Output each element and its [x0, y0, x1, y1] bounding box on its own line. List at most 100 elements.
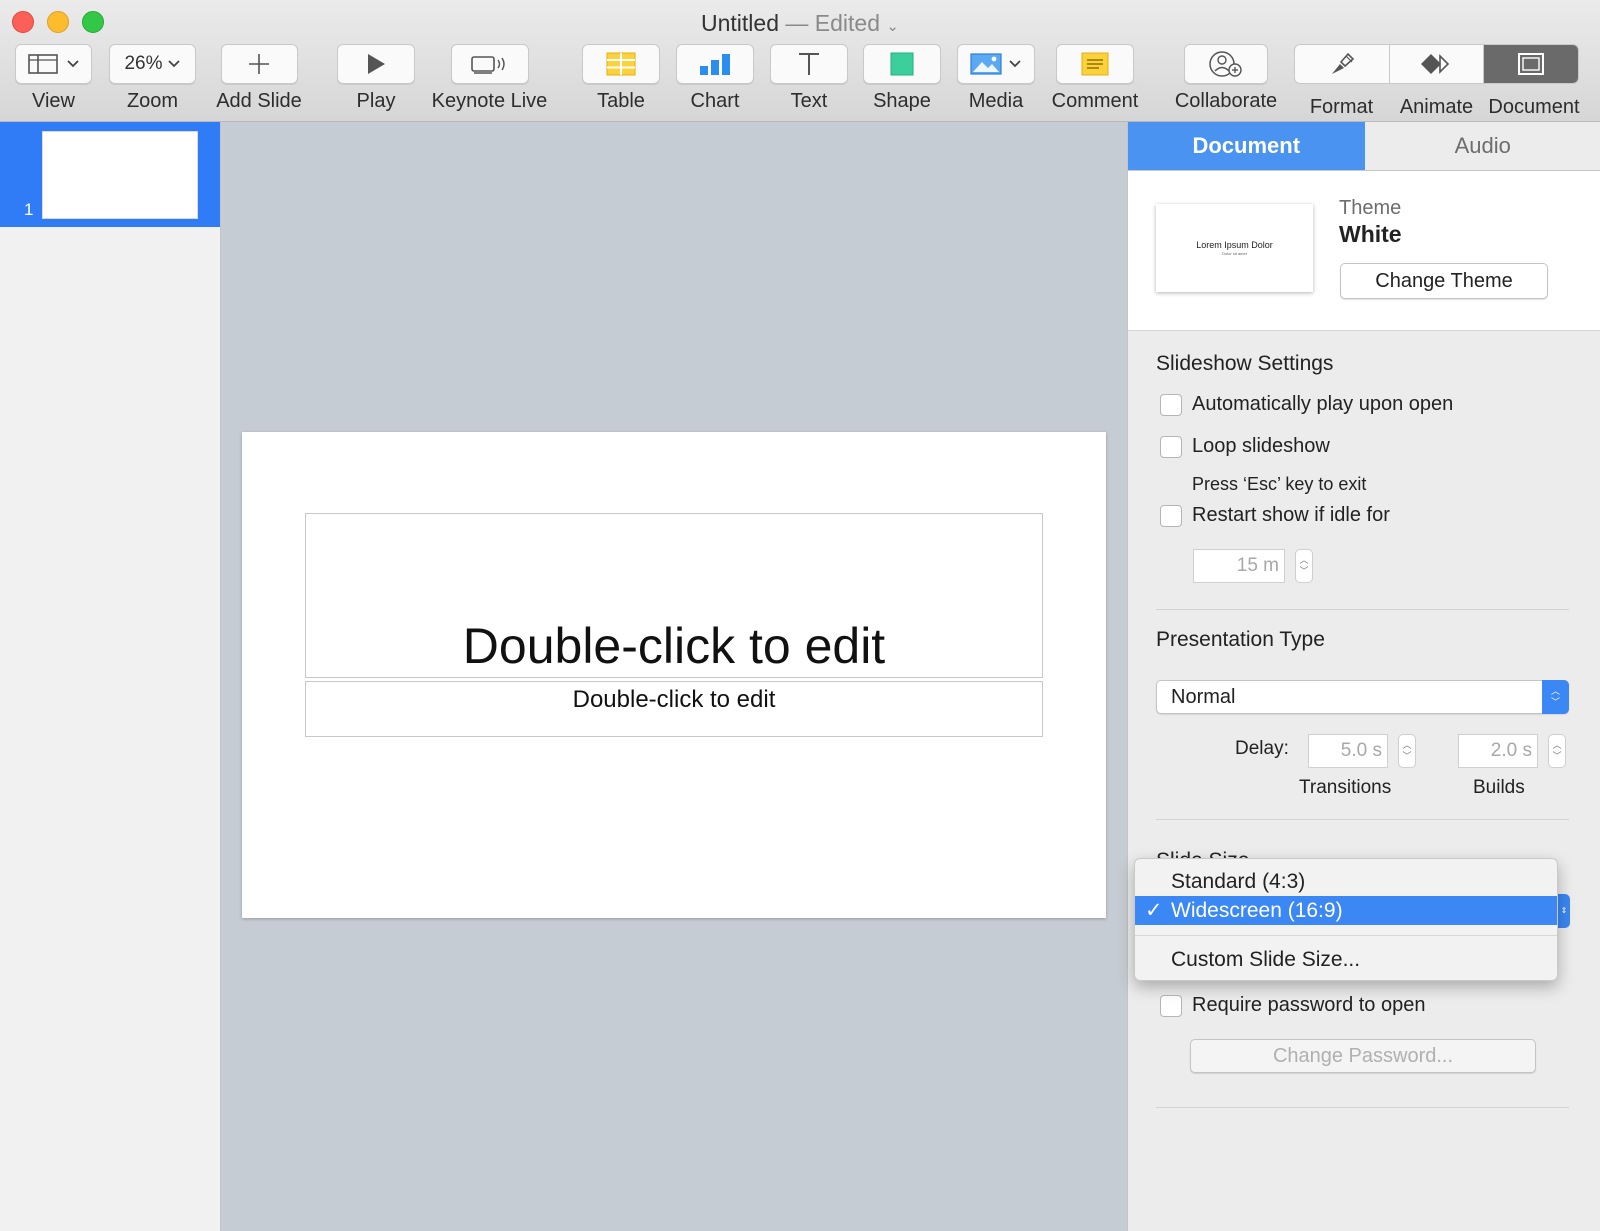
chevron-down-icon [167, 60, 180, 68]
transitions-delay-stepper[interactable]: ︿ ﹀ [1398, 734, 1416, 768]
loop-row[interactable]: Loop slideshow [1160, 435, 1330, 458]
theme-section: Lorem Ipsum Dolor Dolor sit amet Theme W… [1128, 171, 1600, 331]
shape-label: Shape [873, 90, 931, 112]
stepper-up-icon: ︿ [1552, 740, 1562, 750]
slide-navigator[interactable]: 1 [0, 122, 221, 1231]
require-password-checkbox[interactable] [1160, 994, 1182, 1017]
builds-delay-stepper[interactable]: ︿ ﹀ [1548, 734, 1566, 768]
shape-button[interactable] [863, 44, 941, 84]
auto-play-row[interactable]: Automatically play upon open [1160, 393, 1453, 416]
theme-thumbnail: Lorem Ipsum Dolor Dolor sit amet [1156, 204, 1313, 292]
slide-number: 1 [24, 200, 34, 219]
document-inspector-icon [1518, 53, 1545, 75]
section-divider [1156, 609, 1569, 610]
collaborate-label: Collaborate [1174, 90, 1278, 112]
collaborate-icon [1209, 51, 1242, 77]
comment-icon [1081, 52, 1109, 76]
view-label: View [32, 90, 75, 112]
add-slide-tool[interactable]: Add Slide [209, 44, 309, 113]
change-theme-button[interactable]: Change Theme [1340, 263, 1548, 299]
restart-checkbox[interactable] [1160, 504, 1182, 527]
comment-tool[interactable]: Comment [1050, 44, 1140, 113]
media-button[interactable] [957, 44, 1035, 84]
table-icon [606, 52, 636, 76]
zoom-value: 26% [124, 53, 163, 74]
play-icon [368, 54, 385, 74]
text-tool[interactable]: Text [770, 44, 848, 113]
menu-separator [1135, 935, 1557, 936]
chart-button[interactable] [676, 44, 754, 84]
shape-tool[interactable]: Shape [863, 44, 941, 113]
animate-button[interactable] [1390, 45, 1485, 83]
transitions-delay-field[interactable]: 5.0 s [1308, 734, 1388, 768]
loop-checkbox[interactable] [1160, 435, 1182, 458]
document-button[interactable] [1484, 45, 1578, 83]
chevron-down-icon [66, 60, 79, 68]
document-inspector: Document Audio Lorem Ipsum Dolor Dolor s… [1127, 122, 1600, 1231]
photo-icon [970, 53, 1002, 75]
subtitle-placeholder[interactable]: Double-click to edit [305, 681, 1043, 737]
comment-button[interactable] [1056, 44, 1134, 84]
text-button[interactable] [770, 44, 848, 84]
play-tool[interactable]: Play [337, 44, 415, 113]
zoom-label: Zoom [126, 90, 179, 112]
slide-thumbnail-row[interactable]: 1 [0, 122, 220, 227]
shape-icon [890, 52, 914, 76]
menu-item-label: Custom Slide Size... [1171, 948, 1361, 971]
builds-delay-field[interactable]: 2.0 s [1458, 734, 1538, 768]
media-tool[interactable]: Media [957, 44, 1035, 113]
idle-time-field[interactable]: 15 m [1193, 549, 1285, 583]
checkmark-icon: ✓ [1145, 899, 1163, 922]
slide-size-menu[interactable]: Standard (4:3) ✓ Widescreen (16:9) Custo… [1134, 858, 1558, 981]
title-separator: — [785, 10, 809, 36]
slide-size-select-arrows-icon[interactable]: ⇕ [1558, 894, 1570, 928]
section-divider [1156, 1107, 1569, 1108]
format-button[interactable] [1295, 45, 1390, 83]
chart-tool[interactable]: Chart [676, 44, 754, 113]
tab-document[interactable]: Document [1128, 122, 1365, 170]
slide[interactable]: Double-click to edit Double-click to edi… [242, 432, 1106, 918]
collaborate-tool[interactable]: Collaborate [1170, 44, 1282, 113]
tab-audio[interactable]: Audio [1364, 122, 1600, 170]
restart-row[interactable]: Restart show if idle for [1160, 504, 1390, 527]
menu-item-standard[interactable]: Standard (4:3) [1135, 867, 1557, 896]
animate-diamond-icon [1420, 54, 1449, 74]
delay-label: Delay: [1235, 738, 1289, 759]
require-password-row[interactable]: Require password to open [1160, 994, 1425, 1017]
auto-play-checkbox[interactable] [1160, 393, 1182, 416]
inspector-segmented-control[interactable] [1294, 44, 1579, 84]
text-icon [799, 53, 819, 75]
collaborate-button[interactable] [1184, 44, 1268, 84]
view-button[interactable] [15, 44, 92, 84]
slide-thumbnail[interactable] [42, 131, 198, 219]
idle-time-stepper[interactable]: ︿ ﹀ [1295, 549, 1313, 583]
view-menu[interactable]: View [15, 44, 92, 113]
stepper-down-icon: ﹀ [1299, 566, 1309, 576]
keynote-live-icon [470, 56, 505, 74]
table-button[interactable] [582, 44, 660, 84]
menu-item-custom-size[interactable]: Custom Slide Size... [1135, 945, 1557, 974]
play-button[interactable] [337, 44, 415, 84]
chevron-down-icon [1009, 60, 1021, 68]
change-password-button[interactable]: Change Password... [1190, 1039, 1536, 1073]
document-status: Edited [814, 10, 880, 36]
section-divider [1156, 819, 1569, 820]
zoom-menu[interactable]: 26% Zoom [109, 44, 196, 113]
plus-icon [249, 54, 269, 74]
menu-item-label: Standard (4:3) [1171, 870, 1306, 893]
keynote-live-button[interactable] [450, 44, 529, 84]
presentation-type-heading: Presentation Type [1156, 628, 1325, 651]
restart-label: Restart show if idle for [1192, 504, 1390, 526]
table-tool[interactable]: Table [582, 44, 660, 113]
zoom-button[interactable]: 26% [109, 44, 196, 84]
add-slide-button[interactable] [220, 44, 298, 84]
table-label: Table [597, 90, 645, 112]
slide-canvas[interactable]: Double-click to edit Double-click to edi… [221, 122, 1127, 1231]
keynote-live-tool[interactable]: Keynote Live [427, 44, 552, 113]
menu-item-widescreen[interactable]: ✓ Widescreen (16:9) [1135, 896, 1557, 925]
theme-thumbnail-title: Lorem Ipsum Dolor [1196, 240, 1273, 250]
presentation-type-select[interactable]: Normal ︿ ﹀ [1156, 680, 1569, 714]
document-title[interactable]: Untitled — Edited ⌄ [0, 10, 1600, 37]
slideshow-settings-heading: Slideshow Settings [1156, 352, 1334, 375]
title-placeholder[interactable]: Double-click to edit [305, 513, 1043, 678]
